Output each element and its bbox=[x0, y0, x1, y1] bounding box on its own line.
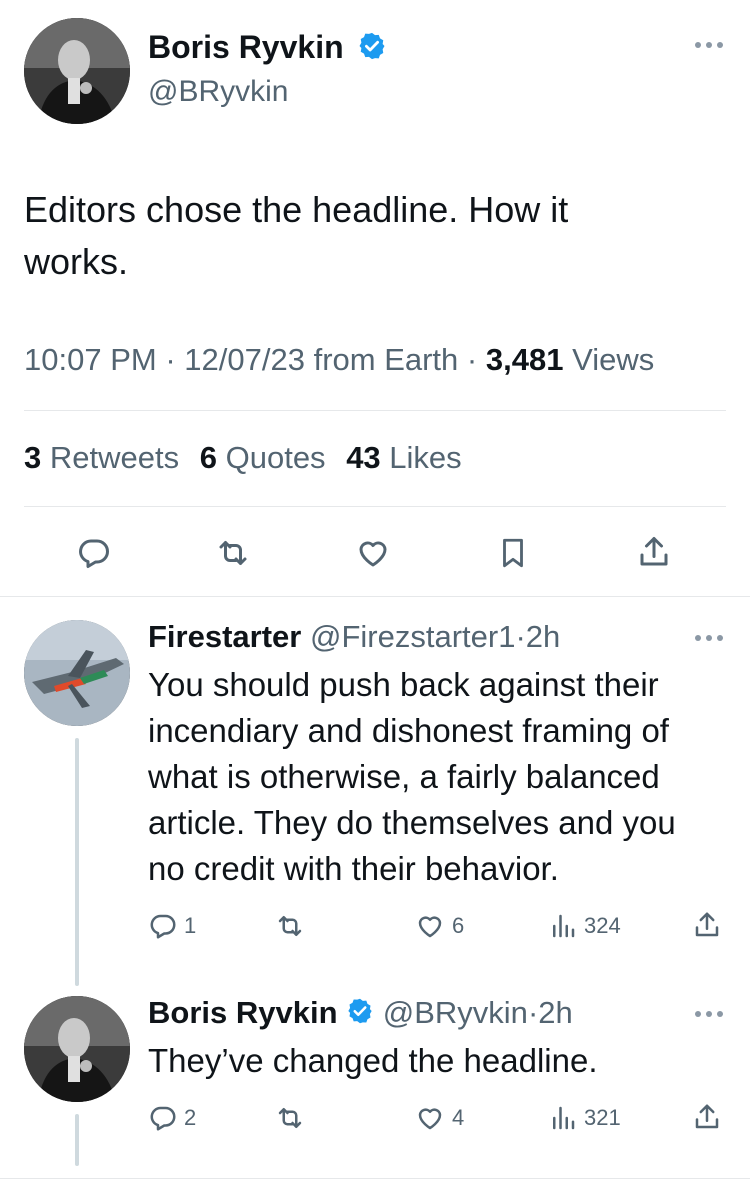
like-icon bbox=[418, 916, 442, 938]
engagement-stats: 3 Retweets 6 Quotes 43 Likes bbox=[24, 438, 462, 478]
reply-age[interactable]: 2h bbox=[538, 995, 572, 1030]
reply-text: They’ve changed the headline. bbox=[148, 1038, 738, 1084]
like-button[interactable]: 4 bbox=[414, 1103, 464, 1133]
tweet-text-line: Editors chose the headline. How it bbox=[24, 189, 569, 230]
reply-text-line: what is otherwise, a fairly balanced bbox=[148, 758, 660, 795]
like-count: 4 bbox=[452, 1105, 465, 1130]
likes-stat[interactable]: 43 Likes bbox=[346, 440, 461, 475]
reply-text-line: incendiary and dishonest framing of bbox=[148, 712, 669, 749]
reply-text-line: You should push back against their bbox=[148, 666, 659, 703]
avatar[interactable] bbox=[24, 620, 130, 726]
views-button[interactable]: 324 bbox=[548, 911, 621, 941]
views-icon bbox=[553, 914, 575, 938]
views-count: 321 bbox=[584, 1105, 621, 1130]
author-handle[interactable]: @Firezstarter1 bbox=[310, 619, 515, 654]
thread-line bbox=[75, 738, 79, 986]
separator: · bbox=[527, 995, 539, 1030]
views-button[interactable]: 321 bbox=[548, 1103, 621, 1133]
reply-header: Boris Ryvkin @BRyvkin·2h bbox=[148, 994, 573, 1034]
tweet-text-line: works. bbox=[24, 241, 129, 282]
quotes-stat[interactable]: 6 Quotes bbox=[200, 440, 326, 475]
like-count: 6 bbox=[452, 913, 465, 938]
tweet-date[interactable]: 12/07/23 bbox=[184, 342, 305, 377]
tweet-source: from Earth bbox=[313, 342, 459, 377]
reply-text-line: article. They do themselves and you bbox=[148, 804, 676, 841]
separator: · bbox=[165, 342, 176, 377]
views-icon bbox=[553, 1106, 575, 1130]
share-icon[interactable] bbox=[636, 533, 672, 576]
reply-age[interactable]: 2h bbox=[526, 619, 560, 654]
reply-header: Firestarter @Firezstarter1·2h bbox=[148, 618, 560, 656]
reply-button[interactable]: 2 bbox=[148, 1103, 196, 1133]
retweet-icon bbox=[278, 916, 302, 936]
like-icon[interactable] bbox=[354, 535, 392, 576]
views-label: Views bbox=[572, 342, 655, 377]
reply-count: 2 bbox=[184, 1105, 197, 1130]
author-name[interactable]: Boris Ryvkin bbox=[148, 995, 338, 1030]
share-icon[interactable] bbox=[692, 909, 722, 941]
like-button[interactable]: 6 bbox=[414, 911, 464, 941]
author-name-row: Boris Ryvkin bbox=[148, 28, 387, 69]
avatar[interactable] bbox=[24, 996, 130, 1102]
retweet-icon bbox=[278, 1108, 302, 1128]
more-icon[interactable] bbox=[694, 630, 724, 648]
tweet-meta: 10:07 PM · 12/07/23 from Earth · 3,481 V… bbox=[24, 340, 654, 380]
more-icon[interactable] bbox=[694, 30, 724, 56]
author-name[interactable]: Firestarter bbox=[148, 619, 301, 654]
thread-line bbox=[75, 1114, 79, 1166]
more-icon[interactable] bbox=[694, 1006, 724, 1024]
verified-badge-icon bbox=[357, 31, 387, 69]
retweet-button[interactable] bbox=[274, 1103, 306, 1133]
author-handle[interactable]: @BRyvkin bbox=[383, 995, 528, 1030]
tweet-text: Editors chose the headline. How it works… bbox=[24, 184, 724, 288]
divider bbox=[24, 506, 726, 507]
reply-button[interactable]: 1 bbox=[148, 911, 196, 941]
reply-text: You should push back against their incen… bbox=[148, 662, 738, 892]
divider bbox=[0, 1178, 750, 1179]
like-icon bbox=[418, 1108, 442, 1130]
author-name[interactable]: Boris Ryvkin bbox=[148, 29, 344, 65]
reply-text-line: no credit with their behavior. bbox=[148, 850, 559, 887]
bookmark-icon[interactable] bbox=[496, 535, 530, 576]
retweet-button[interactable] bbox=[274, 911, 306, 941]
divider bbox=[0, 596, 750, 597]
reply-icon bbox=[150, 914, 176, 939]
retweet-icon[interactable] bbox=[214, 535, 252, 576]
separator: · bbox=[466, 342, 478, 377]
views-count: 324 bbox=[584, 913, 621, 938]
reply-icon bbox=[150, 1106, 176, 1131]
reply-text-line: They’ve changed the headline. bbox=[148, 1042, 598, 1079]
divider bbox=[24, 410, 726, 411]
share-icon[interactable] bbox=[692, 1101, 722, 1133]
reply-icon[interactable] bbox=[76, 535, 112, 576]
author-handle[interactable]: @BRyvkin bbox=[148, 74, 288, 110]
reply-count: 1 bbox=[184, 913, 197, 938]
retweets-stat[interactable]: 3 Retweets bbox=[24, 440, 179, 475]
verified-badge-icon bbox=[346, 996, 374, 1034]
tweet-time[interactable]: 10:07 PM bbox=[24, 342, 157, 377]
views-count: 3,481 bbox=[485, 342, 564, 377]
separator: · bbox=[515, 619, 526, 654]
avatar[interactable] bbox=[24, 18, 130, 124]
